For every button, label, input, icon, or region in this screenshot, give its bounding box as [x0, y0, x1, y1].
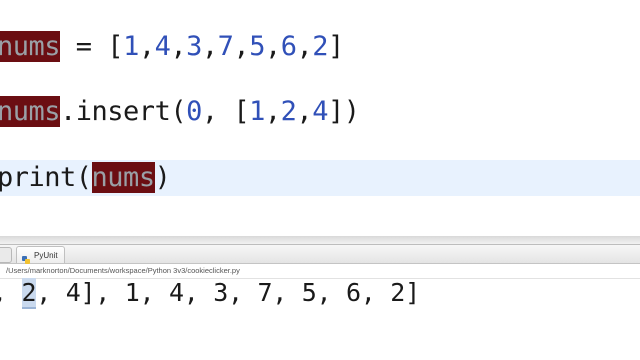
variable-occurrence: nums	[0, 96, 61, 127]
output-text: ,	[0, 278, 22, 307]
selected-output-text: 2	[21, 278, 37, 309]
list-value: 7	[217, 31, 234, 62]
assign-operator: = [	[60, 31, 124, 62]
console-panel: PyUnit /Users/marknorton/Documents/works…	[0, 236, 640, 360]
output-text: , 4], 1, 4, 3, 7, 5, 6, 2]	[36, 278, 420, 307]
list-value: 2	[312, 31, 329, 62]
call-close: ])	[327, 96, 360, 127]
list-value: 1	[123, 31, 139, 62]
arg-separator: , [	[201, 96, 250, 127]
tab-pyunit[interactable]: PyUnit	[16, 246, 65, 264]
console-output[interactable]: , 2, 4], 1, 4, 3, 7, 5, 6, 2]	[0, 276, 420, 310]
variable-occurrence: nums	[0, 31, 61, 62]
code-line-3[interactable]: print(nums)	[0, 158, 171, 198]
list-value: 4	[312, 96, 328, 127]
list-value: 4	[154, 31, 171, 62]
list-value: 3	[186, 31, 202, 62]
code-editor[interactable]: nums = [1,4,3,7,5,6,2] nums.insert(0, [1…	[0, 0, 640, 236]
code-line-1[interactable]: nums = [1,4,3,7,5,6,2]	[0, 27, 344, 67]
list-value: 6	[280, 31, 297, 62]
insert-index: 0	[186, 96, 202, 127]
list-value: 2	[280, 96, 297, 127]
tab-label: PyUnit	[34, 250, 58, 260]
console-tab-bar: PyUnit	[0, 245, 640, 264]
pyunit-icon	[21, 250, 31, 264]
panel-divider[interactable]	[0, 236, 640, 245]
list-close: ]	[328, 31, 344, 62]
method-call: .insert(	[60, 96, 187, 127]
code-line-2[interactable]: nums.insert(0, [1,2,4])	[0, 92, 360, 132]
console-tab[interactable]	[0, 247, 12, 263]
print-call: print(	[0, 162, 92, 193]
list-value: 1	[249, 96, 265, 127]
variable-occurrence: nums	[91, 162, 155, 193]
call-close: )	[154, 162, 171, 193]
list-value: 5	[249, 31, 265, 62]
